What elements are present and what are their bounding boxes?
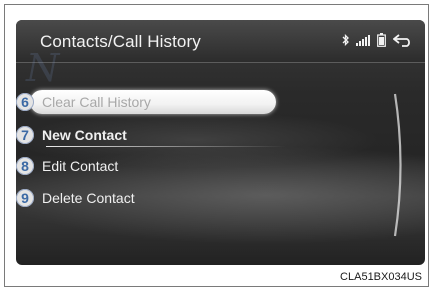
menu-item-delete-contact[interactable]: 9 Delete Contact [16,188,276,212]
item-divider [46,146,286,147]
bluetooth-icon [342,34,349,46]
figure-code: CLA51BX034US [340,271,422,283]
figure-frame: Contacts/Call History N 6 Clear Call His… [4,4,429,287]
scroll-track[interactable] [393,90,407,240]
signal-strength-icon [356,34,370,46]
menu-item-clear-call-history[interactable]: 6 Clear Call History [16,90,276,116]
watermark: N [26,46,60,90]
battery-icon [377,33,386,47]
callout-number: 9 [16,189,34,207]
menu-item-label: Delete Contact [42,190,135,206]
menu-item-label: Clear Call History [42,94,151,110]
menu-item-label: New Contact [42,127,127,143]
screen-title: Contacts/Call History [40,32,201,51]
callout-number: 8 [16,157,34,175]
back-arrow-icon[interactable] [393,33,413,47]
callout-number: 6 [16,93,34,111]
callout-number: 7 [16,126,34,144]
menu-item-new-contact[interactable]: 7 New Contact [16,125,286,149]
display-screen: Contacts/Call History N 6 Clear Call His… [16,20,425,265]
status-icons [342,33,413,47]
header-bar: Contacts/Call History [16,20,425,63]
menu-item-edit-contact[interactable]: 8 Edit Contact [16,156,276,180]
menu-item-label: Edit Contact [42,158,119,174]
